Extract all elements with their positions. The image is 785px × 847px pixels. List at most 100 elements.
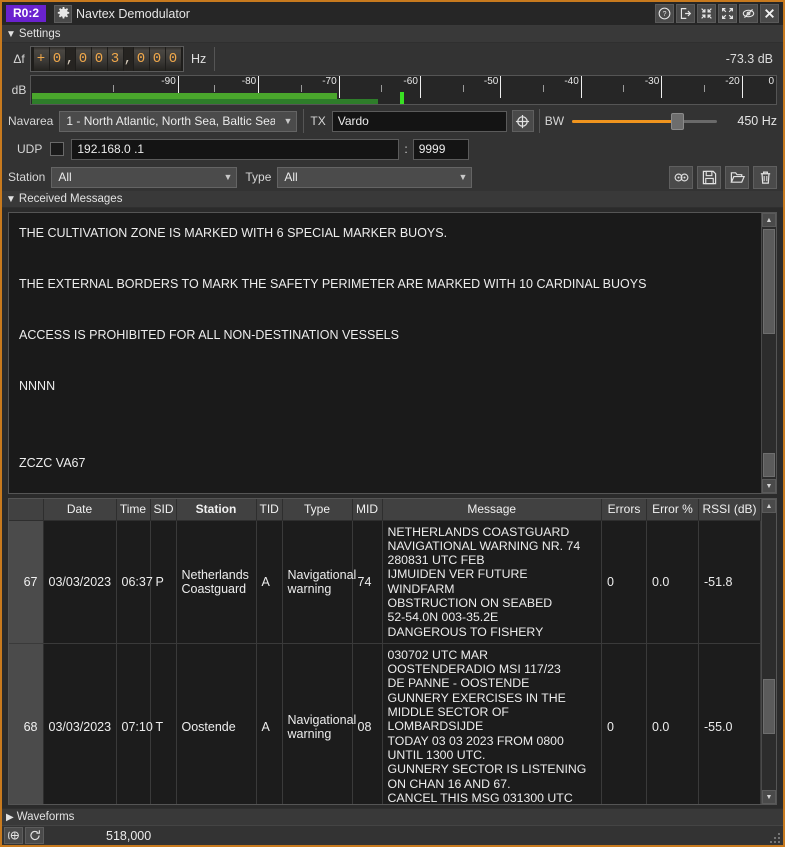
freq-digit-6[interactable]: 0 — [149, 47, 165, 71]
waveforms-section-label: Waveforms — [16, 811, 75, 823]
cell-time: 07:10 — [116, 643, 153, 804]
received-messages-section-label: Received Messages — [18, 193, 123, 205]
cell-mid: 74 — [352, 520, 383, 644]
collapse-triangle-icon: ▼ — [6, 28, 16, 40]
open-button[interactable] — [725, 165, 749, 189]
freq-digit-1[interactable]: 0 — [49, 47, 65, 71]
reset-icon[interactable] — [25, 827, 44, 844]
header-message[interactable]: Message — [382, 499, 602, 521]
header-rssi[interactable]: RSSI (dB) — [698, 499, 761, 521]
bw-slider[interactable] — [572, 111, 717, 131]
station-value: All — [58, 170, 72, 184]
tx-input[interactable]: Vardo — [331, 110, 507, 132]
divider — [538, 109, 540, 133]
frequency-stepper[interactable]: + 0 , 0 0 3 , 0 0 0 — [30, 46, 184, 72]
status-frequency: 518,000 — [106, 828, 152, 843]
db-label: dB — [11, 83, 27, 97]
cell-rssi: -55.0 — [698, 643, 761, 804]
header-rownum[interactable] — [9, 499, 44, 521]
chevron-down-icon: ▼ — [223, 172, 233, 182]
table-row[interactable]: 67 03/03/2023 06:37 P Netherlands Coastg… — [9, 520, 761, 644]
navarea-select[interactable]: 1 - North Atlantic, North Sea, Baltic Se… — [59, 110, 298, 132]
help-icon[interactable]: ? — [655, 4, 674, 23]
cell-error-pct: 0.0 — [646, 643, 699, 804]
header-mid[interactable]: MID — [352, 499, 383, 521]
bw-value: 450 Hz — [737, 114, 777, 128]
table-row[interactable]: 68 03/03/2023 07:10 T Oostende A Navigat… — [9, 643, 761, 804]
navarea-row: Navarea 1 - North Atlantic, North Sea, B… — [2, 107, 783, 135]
cell-tid: A — [256, 520, 283, 644]
window-title: Navtex Demodulator — [76, 6, 190, 21]
channel-badge[interactable]: R0:2 — [6, 5, 47, 22]
save-button[interactable] — [697, 165, 721, 189]
table-scrollbar[interactable]: ▲ ▼ — [761, 499, 776, 804]
meter-tick-4: -50 — [483, 76, 499, 87]
scroll-thumb-lower[interactable] — [763, 453, 775, 477]
header-date[interactable]: Date — [43, 499, 117, 521]
hide-eye-icon[interactable] — [739, 4, 758, 23]
expand-icon[interactable] — [718, 4, 737, 23]
scroll-up-icon[interactable]: ▲ — [762, 499, 776, 513]
cell-tid: A — [256, 643, 283, 804]
cell-error-pct: 0.0 — [646, 520, 699, 644]
shrink-icon[interactable] — [697, 4, 716, 23]
header-tid[interactable]: TID — [256, 499, 283, 521]
record-button[interactable] — [669, 165, 693, 189]
crosshair-icon[interactable] — [511, 110, 534, 132]
cell-sid: T — [150, 643, 177, 804]
messages-table: Date Time SID Station TID Type MID Messa… — [9, 499, 761, 804]
settings-section-header[interactable]: ▼ Settings — [2, 26, 783, 43]
scroll-thumb[interactable] — [763, 679, 775, 734]
meter-tick-6: -30 — [644, 76, 660, 87]
messages-table-container: Date Time SID Station TID Type MID Messa… — [8, 498, 777, 805]
resize-grip-icon[interactable] — [769, 832, 781, 844]
header-type[interactable]: Type — [282, 499, 353, 521]
udp-checkbox[interactable] — [50, 142, 65, 156]
meter-peak-indicator — [399, 92, 404, 104]
gear-icon[interactable] — [54, 4, 73, 23]
header-sid[interactable]: SID — [150, 499, 177, 521]
type-value: All — [284, 170, 298, 184]
cell-station: Oostende — [176, 643, 257, 804]
close-icon[interactable] — [760, 4, 779, 23]
meter-bar-secondary — [32, 99, 379, 104]
waveforms-section-header[interactable]: ▶ Waveforms — [2, 808, 783, 825]
center-frequency-icon[interactable] — [4, 827, 23, 844]
chevron-down-icon: ▼ — [283, 116, 293, 126]
header-error-pct[interactable]: Error % — [646, 499, 699, 521]
scroll-down-icon[interactable]: ▼ — [762, 790, 776, 804]
delta-f-label: Δf — [13, 52, 25, 66]
cell-station: Netherlands Coastguard — [176, 520, 257, 644]
cell-sid: P — [150, 520, 177, 644]
header-station[interactable]: Station — [176, 499, 257, 521]
message-text[interactable]: THE CULTIVATION ZONE IS MARKED WITH 6 SP… — [9, 213, 761, 493]
meter-tick-1: -80 — [241, 76, 257, 87]
level-readout: -73.3 dB — [725, 52, 773, 66]
station-label: Station — [8, 170, 46, 184]
freq-digit-2[interactable]: 0 — [75, 47, 91, 71]
navarea-label: Navarea — [8, 114, 54, 128]
cell-type: Navigational warning — [282, 643, 356, 804]
udp-address-input[interactable]: 192.168.0 .1 — [71, 138, 400, 160]
divider — [303, 109, 305, 133]
cell-rssi: -51.8 — [698, 520, 761, 644]
popout-icon[interactable] — [676, 4, 695, 23]
freq-digit-7[interactable]: 0 — [165, 47, 181, 71]
freq-digit-4[interactable]: 3 — [107, 47, 123, 71]
meter-tick-2: -70 — [322, 76, 337, 87]
message-scrollbar[interactable]: ▲ ▼ — [761, 213, 776, 493]
received-messages-section-header[interactable]: ▼ Received Messages — [2, 191, 783, 208]
type-select[interactable]: All ▼ — [277, 166, 473, 188]
header-time[interactable]: Time — [116, 499, 151, 521]
header-errors[interactable]: Errors — [601, 499, 647, 521]
scroll-thumb[interactable] — [763, 229, 775, 334]
delete-button[interactable] — [753, 165, 777, 189]
udp-port-input[interactable]: 9999 — [412, 138, 469, 160]
freq-digit-5[interactable]: 0 — [133, 47, 149, 71]
freq-digit-sign[interactable]: + — [33, 47, 49, 71]
status-bar: 518,000 — [2, 825, 783, 845]
scroll-up-icon[interactable]: ▲ — [762, 213, 776, 227]
station-select[interactable]: All ▼ — [51, 166, 238, 188]
freq-digit-3[interactable]: 0 — [91, 47, 107, 71]
scroll-down-icon[interactable]: ▼ — [762, 479, 776, 493]
